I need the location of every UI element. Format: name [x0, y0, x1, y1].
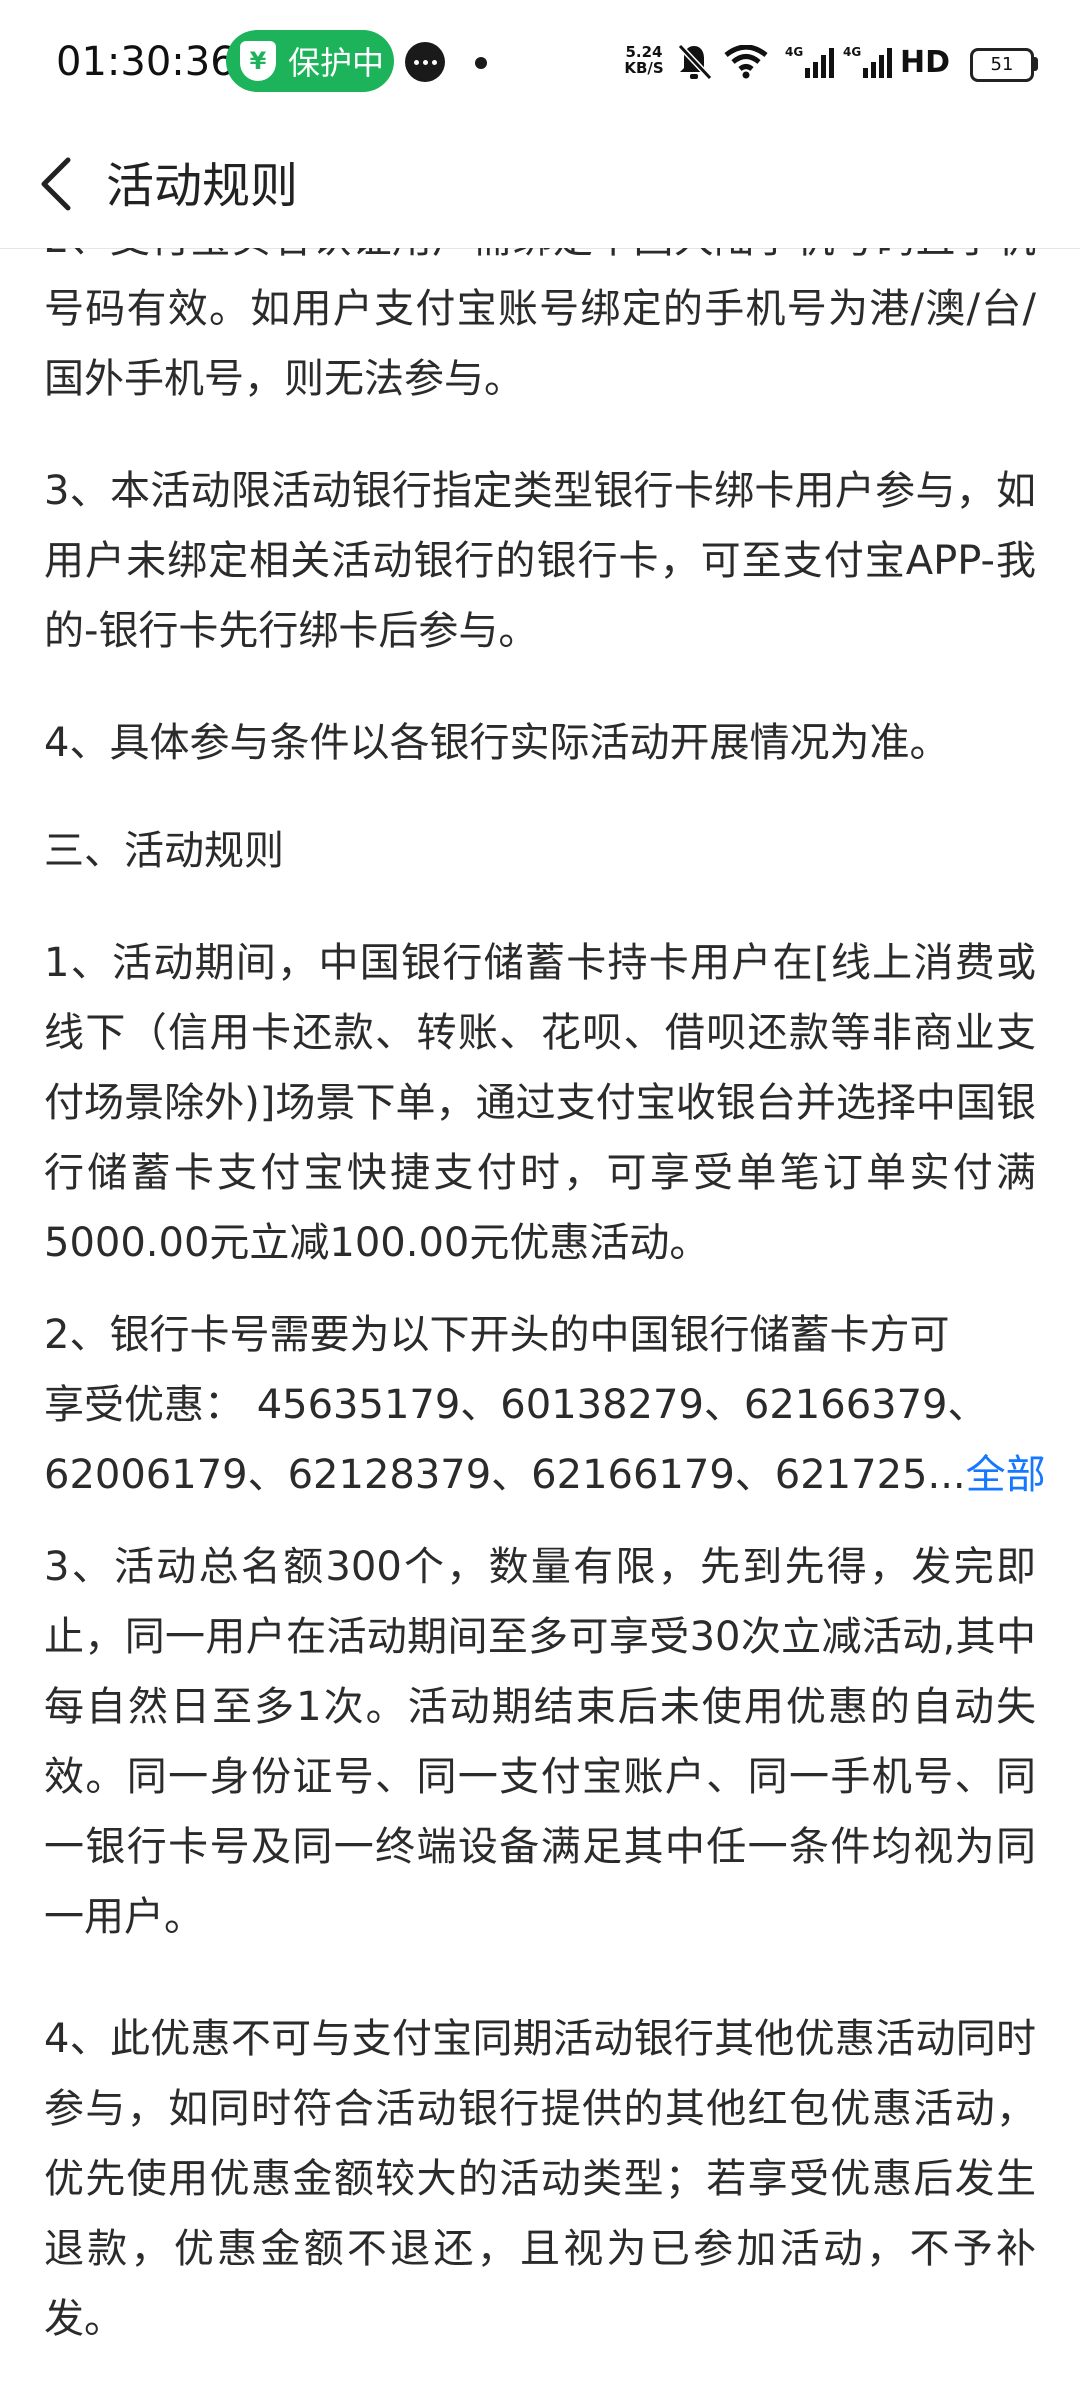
- network-speed-value: 5.24: [625, 43, 663, 61]
- battery-level: 51: [970, 48, 1034, 82]
- rule-item-1: 1、活动期间，中国银行储蓄卡持卡用户在[线上消费或线下（信用卡还款、转账、花呗、…: [44, 940, 1036, 1266]
- bell-mute-icon: [672, 40, 716, 84]
- battery-icon: [1034, 57, 1038, 71]
- message-bubble-icon: [405, 42, 445, 82]
- hd-indicator: HD: [899, 44, 950, 80]
- wifi-icon: [720, 40, 772, 84]
- rule-paragraph-participation-2: 2、支付宝实名认证用户需绑定中国大陆手机号码且手机号码有效。如用户支付宝账号绑定…: [44, 248, 1036, 402]
- rule-item-4: 4、此优惠不可与支付宝同期活动银行其他优惠活动同时参与，如同时符合活动银行提供的…: [44, 2016, 1036, 2342]
- svg-text:4G: 4G: [785, 45, 803, 59]
- page-title: 活动规则: [106, 158, 299, 214]
- signal-4g-icon: 4G: [784, 40, 836, 84]
- rule-paragraph-participation-4: 4、具体参与条件以各银行实际活动开展情况为准。: [44, 720, 950, 766]
- signal-4g-icon: 4G: [842, 40, 894, 84]
- rule-item-2-line-1: 2、银行卡号需要为以下开头的中国银行储蓄卡方可: [44, 1312, 950, 1358]
- protect-status-pill[interactable]: ¥ 保护中: [226, 30, 394, 92]
- rule-item-2-truncated-text: 62006179、62128379、62166179、621725...: [44, 1452, 966, 1498]
- nav-header: 活动规则: [0, 124, 1080, 249]
- network-speed: 5.24 KB/S: [622, 44, 666, 76]
- rule-item-2-line-2: 享受优惠： 45635179、60138279、62166379、: [44, 1382, 988, 1428]
- shield-icon: ¥: [240, 41, 276, 81]
- status-time: 01:30:36: [56, 39, 236, 85]
- section-title-rules: 三、活动规则: [44, 828, 284, 874]
- expand-all-link[interactable]: 全部: [966, 1452, 1046, 1498]
- chevron-left-icon: [41, 157, 71, 211]
- rules-content[interactable]: 2、支付宝实名认证用户需绑定中国大陆手机号码且手机号码有效。如用户支付宝账号绑定…: [0, 248, 1080, 2400]
- rule-paragraph-participation-3: 3、本活动限活动银行指定类型银行卡绑卡用户参与，如用户未绑定相关活动银行的银行卡…: [44, 468, 1036, 654]
- svg-text:4G: 4G: [843, 45, 861, 59]
- network-speed-unit: KB/S: [624, 59, 664, 77]
- status-bar: 01:30:36 ¥ 保护中 5.24 KB/S 4G 4G HD 51: [0, 0, 1080, 124]
- rule-item-2-line-3: 62006179、62128379、62166179、621725...全部: [44, 1440, 1046, 1510]
- dot-icon: [475, 57, 487, 69]
- rule-item-3: 3、活动总名额300个，数量有限，先到先得，发完即止，同一用户在活动期间至多可享…: [44, 1544, 1036, 1940]
- protect-label: 保护中: [288, 44, 385, 82]
- rule-item-2: 2、银行卡号需要为以下开头的中国银行储蓄卡方可 享受优惠： 45635179、6…: [44, 1300, 1046, 1510]
- back-button[interactable]: [24, 152, 88, 216]
